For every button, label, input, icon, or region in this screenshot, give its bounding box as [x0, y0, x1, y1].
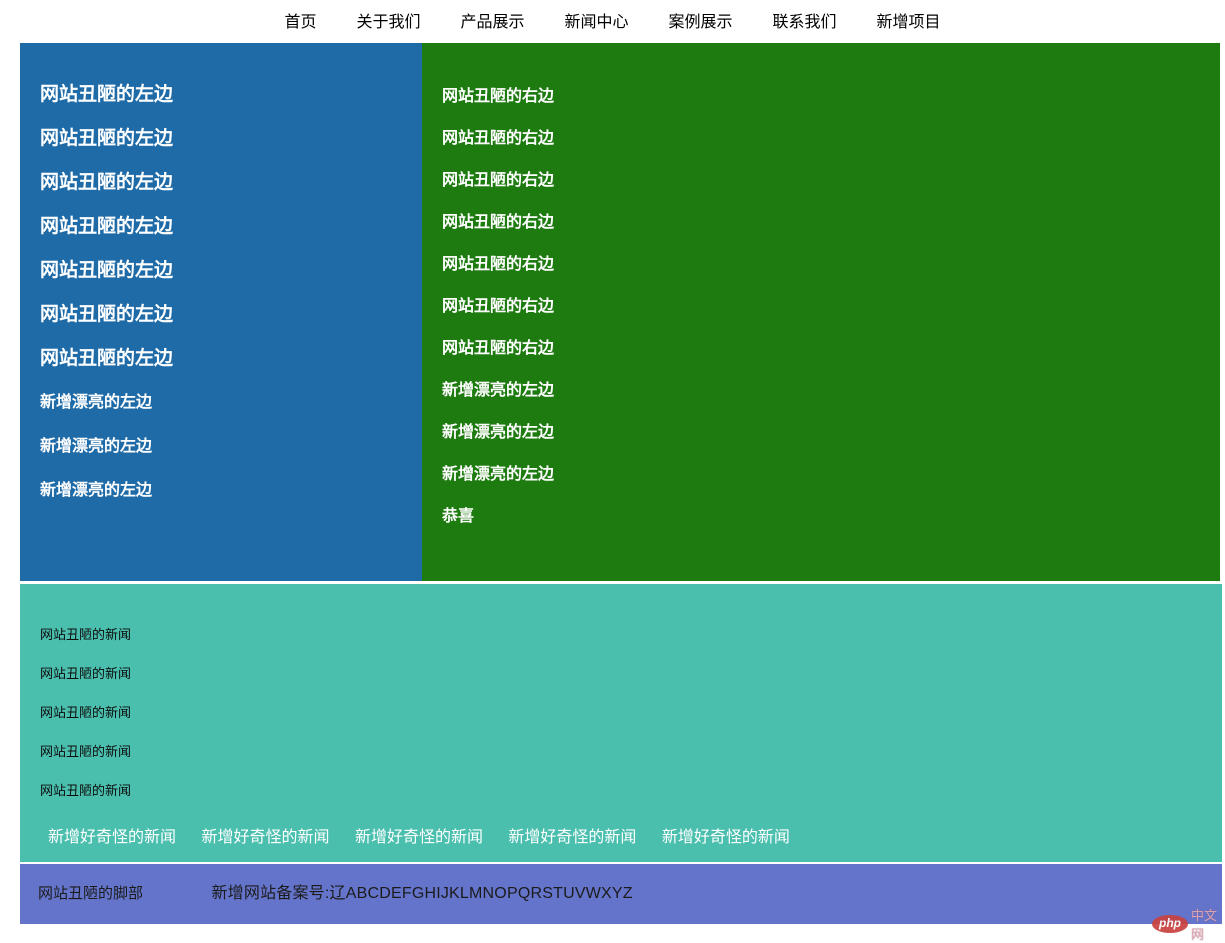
php-logo-icon: php	[1152, 915, 1188, 933]
right-item: 网站丑陋的右边	[442, 130, 555, 147]
left-item: 网站丑陋的左边	[40, 216, 174, 237]
right-item: 网站丑陋的右边	[442, 298, 555, 315]
right-item: 网站丑陋的右边	[442, 172, 555, 189]
strange-news-item: 新增好奇怪的新闻	[48, 829, 177, 846]
strange-news-item: 新增好奇怪的新闻	[354, 829, 483, 846]
footer-label: 网站丑陋的脚部	[38, 885, 144, 902]
news-item: 网站丑陋的新闻	[40, 627, 132, 642]
left-item: 网站丑陋的左边	[40, 304, 174, 325]
right-item: 网站丑陋的右边	[442, 256, 555, 273]
news-item: 网站丑陋的新闻	[40, 744, 132, 759]
watermark-label: 中文网	[1191, 908, 1218, 942]
right-item: 网站丑陋的右边	[442, 340, 555, 357]
nav-menu: 首页 关于我们 产品展示 新闻中心 案例展示 联系我们 新增项目	[0, 0, 1225, 40]
news-item: 网站丑陋的新闻	[40, 783, 132, 798]
php-cn-watermark: php 中文网	[1152, 905, 1225, 943]
left-panel: 网站丑陋的左边 网站丑陋的左边 网站丑陋的左边 网站丑陋的左边 网站丑陋的左边 …	[20, 43, 422, 581]
left-item-new: 新增漂亮的左边	[40, 394, 153, 411]
nav-item-home[interactable]: 首页	[284, 8, 316, 32]
right-item: 网站丑陋的右边	[442, 214, 555, 231]
strange-news-item: 新增好奇怪的新闻	[661, 829, 790, 846]
left-item: 网站丑陋的左边	[40, 260, 174, 281]
left-item: 网站丑陋的左边	[40, 172, 174, 193]
strange-news-item: 新增好奇怪的新闻	[201, 829, 330, 846]
left-item: 网站丑陋的左边	[40, 348, 174, 369]
right-item-new: 新增漂亮的左边	[442, 382, 555, 399]
news-section: 网站丑陋的新闻 网站丑陋的新闻 网站丑陋的新闻 网站丑陋的新闻 网站丑陋的新闻 …	[20, 584, 1222, 862]
left-item: 网站丑陋的左边	[40, 84, 174, 105]
nav-item-newproj[interactable]: 新增项目	[877, 8, 941, 32]
nav-item-cases[interactable]: 案例展示	[669, 8, 733, 32]
news-item: 网站丑陋的新闻	[40, 705, 132, 720]
nav-item-contact[interactable]: 联系我们	[773, 8, 837, 32]
left-item: 网站丑陋的左边	[40, 128, 174, 149]
left-item-new: 新增漂亮的左边	[40, 482, 153, 499]
main-content: 网站丑陋的左边 网站丑陋的左边 网站丑陋的左边 网站丑陋的左边 网站丑陋的左边 …	[20, 43, 1220, 581]
right-item-new: 新增漂亮的左边	[442, 466, 555, 483]
right-panel: 网站丑陋的右边 网站丑陋的右边 网站丑陋的右边 网站丑陋的右边 网站丑陋的右边 …	[422, 43, 1220, 581]
top-nav: 首页 关于我们 产品展示 新闻中心 案例展示 联系我们 新增项目	[0, 0, 1225, 40]
strange-news-item: 新增好奇怪的新闻	[508, 829, 637, 846]
right-item-new: 新增漂亮的左边	[442, 424, 555, 441]
right-item: 网站丑陋的右边	[442, 88, 555, 105]
nav-item-about[interactable]: 关于我们	[356, 8, 420, 32]
nav-item-products[interactable]: 产品展示	[460, 8, 524, 32]
news-item: 网站丑陋的新闻	[40, 666, 132, 681]
nav-item-news[interactable]: 新闻中心	[564, 8, 628, 32]
left-item-new: 新增漂亮的左边	[40, 438, 153, 455]
footer-beian-text: 新增网站备案号:辽ABCDEFGHIJKLMNOPQRSTUVWXYZ	[211, 885, 633, 902]
page-footer: 网站丑陋的脚部 新增网站备案号:辽ABCDEFGHIJKLMNOPQRSTUVW…	[20, 864, 1222, 924]
strange-news-row: 新增好奇怪的新闻 新增好奇怪的新闻 新增好奇怪的新闻 新增好奇怪的新闻 新增好奇…	[40, 823, 1222, 847]
congrats-text: 恭喜	[442, 508, 475, 525]
